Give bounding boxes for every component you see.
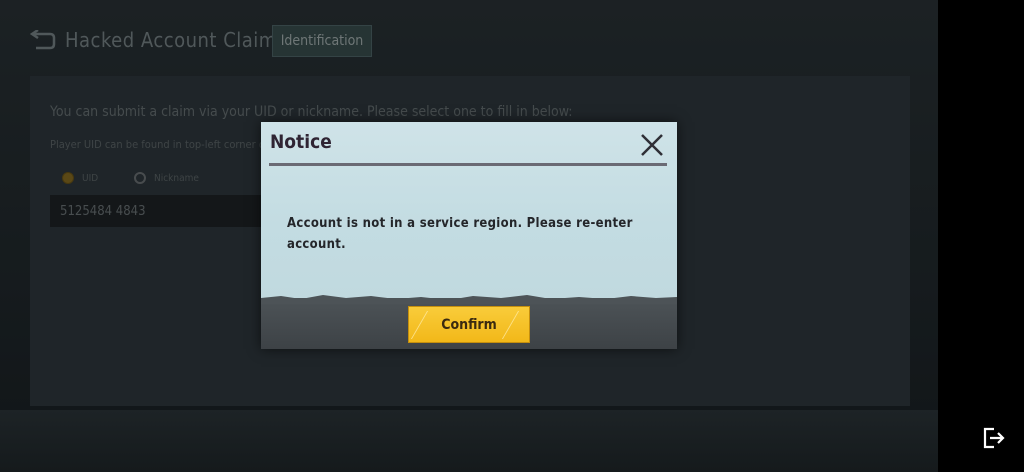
exit-icon[interactable] <box>982 427 1006 449</box>
confirm-button[interactable]: Confirm <box>408 306 530 343</box>
system-side-bar <box>938 0 1024 472</box>
dialog-message: Account is not in a service region. Plea… <box>287 216 633 252</box>
game-screen: Hacked Account Claims Identification You… <box>0 0 938 472</box>
close-icon[interactable] <box>639 132 665 158</box>
notice-dialog: Notice Account is not in a service regio… <box>261 122 677 349</box>
torn-edge-decoration <box>261 295 677 304</box>
dialog-title: Notice <box>270 131 332 153</box>
dialog-divider <box>269 163 667 166</box>
